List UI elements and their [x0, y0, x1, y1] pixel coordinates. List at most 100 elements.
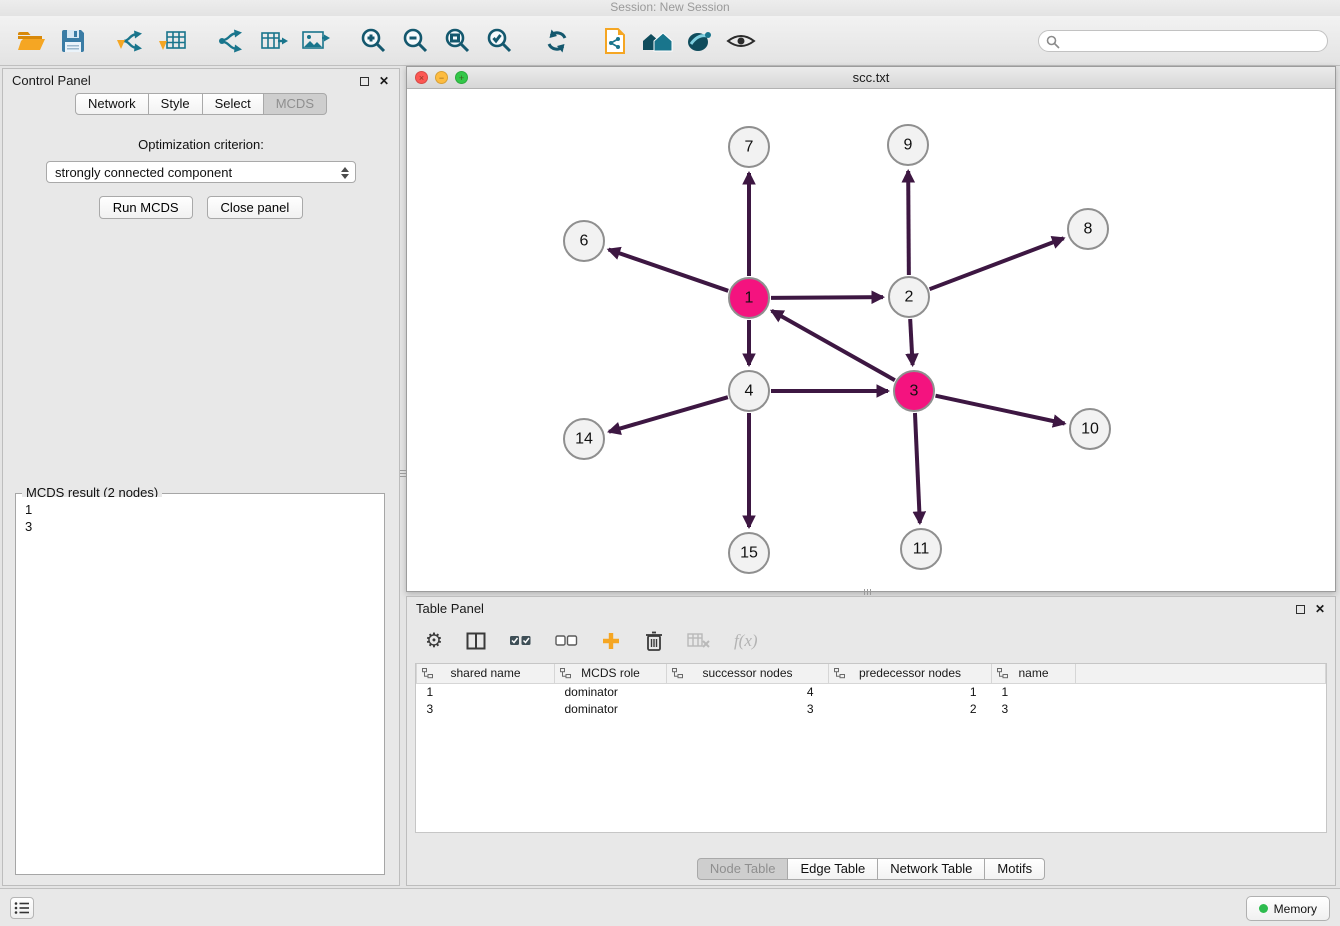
import-network-button[interactable]: [110, 20, 152, 62]
table-cell[interactable]: 1: [992, 683, 1076, 700]
graph-node-3[interactable]: 3: [894, 371, 934, 411]
tab-select[interactable]: Select: [202, 93, 264, 115]
graph-node-6[interactable]: 6: [564, 221, 604, 261]
network-from-selection-button[interactable]: [210, 20, 252, 62]
import-network-icon: [116, 27, 146, 55]
export-table-button[interactable]: [252, 20, 294, 62]
deselect-all-columns-button[interactable]: [555, 634, 578, 648]
search-input[interactable]: [1063, 34, 1327, 48]
tab-network[interactable]: Network: [75, 93, 149, 115]
column-header-filler: [1076, 664, 1326, 683]
column-header-mcds-role[interactable]: MCDS role: [555, 664, 667, 683]
memory-button[interactable]: Memory: [1246, 896, 1330, 921]
tab-network-table[interactable]: Network Table: [877, 858, 985, 880]
run-mcds-button[interactable]: Run MCDS: [99, 196, 193, 219]
column-header-shared-name[interactable]: shared name: [417, 664, 555, 683]
table-cell[interactable]: 3: [667, 700, 829, 717]
create-view-button[interactable]: [594, 20, 636, 62]
apply-style-button[interactable]: [678, 20, 720, 62]
close-panel-icon[interactable]: ✕: [377, 74, 391, 88]
float-table-panel-icon[interactable]: [1293, 602, 1307, 616]
column-header-predecessor-nodes[interactable]: predecessor nodes: [829, 664, 992, 683]
mcds-result-list[interactable]: 13: [18, 497, 382, 872]
close-window-button[interactable]: ×: [415, 71, 428, 84]
zoom-fit-button[interactable]: [436, 20, 478, 62]
column-header-successor-nodes[interactable]: successor nodes: [667, 664, 829, 683]
close-panel-button[interactable]: Close panel: [207, 196, 304, 219]
graph-edge-3-11[interactable]: [915, 413, 920, 523]
home-button[interactable]: [636, 20, 678, 62]
network-canvas[interactable]: 7 9 6 8 1 2 4 3 14 10 15 11: [407, 89, 1335, 591]
tab-edge-table[interactable]: Edge Table: [787, 858, 878, 880]
import-table-button[interactable]: [152, 20, 194, 62]
horizontal-splitter-handle[interactable]: [856, 589, 878, 595]
maximize-window-button[interactable]: +: [455, 71, 468, 84]
zoom-fit-icon: [443, 27, 471, 55]
delete-column-button[interactable]: [644, 630, 664, 652]
table-cell[interactable]: 1: [417, 683, 555, 700]
table-cell[interactable]: 1: [829, 683, 992, 700]
float-panel-icon[interactable]: [357, 74, 371, 88]
table-cell[interactable]: 3: [417, 700, 555, 717]
table-cell[interactable]: dominator: [555, 700, 667, 717]
graph-node-8[interactable]: 8: [1068, 209, 1108, 249]
graph-edge-4-14[interactable]: [609, 397, 728, 432]
graph-node-4[interactable]: 4: [729, 371, 769, 411]
graph-edge-2-8[interactable]: [930, 238, 1064, 289]
refresh-icon: [543, 27, 571, 55]
graph-edge-3-10[interactable]: [936, 396, 1065, 424]
column-label: successor nodes: [667, 666, 828, 680]
graph-edge-3-1[interactable]: [772, 311, 895, 380]
graph-node-7[interactable]: 7: [729, 127, 769, 167]
graph-edge-1-2[interactable]: [771, 297, 883, 298]
table-settings-button[interactable]: ⚙: [425, 631, 443, 651]
graph-edge-2-9[interactable]: [908, 171, 909, 275]
graph-edge-2-3[interactable]: [910, 319, 912, 365]
graph-node-2[interactable]: 2: [889, 277, 929, 317]
zoom-selected-button[interactable]: [478, 20, 520, 62]
graph-node-15[interactable]: 15: [729, 533, 769, 573]
graph-edge-1-6[interactable]: [609, 249, 729, 290]
tab-mcds[interactable]: MCDS: [263, 93, 327, 115]
graph-node-11[interactable]: 11: [901, 529, 941, 569]
zoom-out-button[interactable]: [394, 20, 436, 62]
table-cell[interactable]: dominator: [555, 683, 667, 700]
open-session-button[interactable]: [10, 20, 52, 62]
network-graph[interactable]: 7 9 6 8 1 2 4 3 14 10 15 11: [407, 89, 1335, 591]
criterion-dropdown[interactable]: strongly connected component: [46, 161, 356, 183]
add-column-button[interactable]: [601, 631, 621, 651]
zoom-out-icon: [401, 27, 429, 55]
network-window-titlebar[interactable]: × − + scc.txt: [407, 67, 1335, 89]
minimize-window-button[interactable]: −: [435, 71, 448, 84]
close-table-panel-icon[interactable]: ✕: [1313, 602, 1327, 616]
show-columns-button[interactable]: [466, 632, 486, 650]
tab-style[interactable]: Style: [148, 93, 203, 115]
task-history-button[interactable]: [10, 897, 34, 919]
vertical-splitter-handle[interactable]: [400, 462, 406, 484]
node-table: shared nameMCDS rolesuccessor nodesprede…: [415, 663, 1327, 833]
refresh-view-button[interactable]: [536, 20, 578, 62]
export-image-button[interactable]: [294, 20, 336, 62]
graph-node-10[interactable]: 10: [1070, 409, 1110, 449]
table-cell[interactable]: 3: [992, 700, 1076, 717]
show-hide-button[interactable]: [720, 20, 762, 62]
save-session-button[interactable]: [52, 20, 94, 62]
tab-node-table[interactable]: Node Table: [697, 858, 789, 880]
graph-node-1[interactable]: 1: [729, 278, 769, 318]
dropdown-stepper-icon: [338, 165, 351, 181]
table-row[interactable]: 1dominator411: [417, 683, 1326, 700]
select-all-columns-button[interactable]: [509, 634, 532, 648]
graph-node-9[interactable]: 9: [888, 125, 928, 165]
column-header-name[interactable]: name: [992, 664, 1076, 683]
table-cell[interactable]: 2: [829, 700, 992, 717]
mcds-result-groupbox: MCDS result (2 nodes) 13: [15, 493, 385, 875]
import-table-icon: [158, 27, 188, 55]
table-row[interactable]: 3dominator323: [417, 700, 1326, 717]
table-cell[interactable]: 4: [667, 683, 829, 700]
tab-motifs[interactable]: Motifs: [984, 858, 1045, 880]
zoom-in-button[interactable]: [352, 20, 394, 62]
delete-table-button[interactable]: [687, 632, 711, 650]
window-title: Session: New Session: [610, 0, 729, 14]
function-builder-button[interactable]: f(x): [734, 631, 758, 651]
graph-node-14[interactable]: 14: [564, 419, 604, 459]
